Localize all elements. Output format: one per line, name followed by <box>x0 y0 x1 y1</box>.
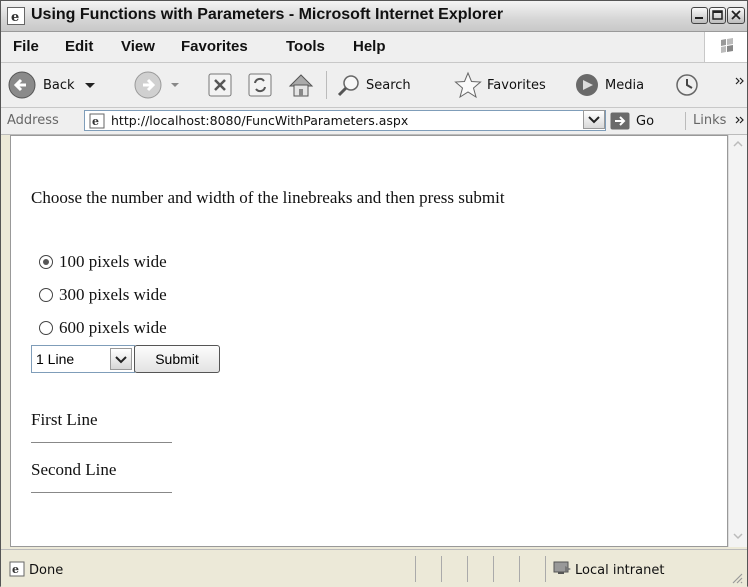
back-label: Back <box>43 77 75 93</box>
search-label: Search <box>366 77 411 93</box>
address-input[interactable]: e http://localhost:8080/FuncWithParamete… <box>84 110 606 131</box>
go-label: Go <box>636 113 655 129</box>
chevron-down-icon <box>115 356 127 364</box>
media-label: Media <box>605 77 645 93</box>
chevron-down-icon <box>84 83 95 88</box>
vertical-scrollbar[interactable] <box>728 135 747 547</box>
favorites-label: Favorites <box>487 77 546 93</box>
forward-button[interactable] <box>133 69 181 101</box>
media-icon <box>576 74 598 96</box>
scroll-down-arrow-icon[interactable] <box>732 531 744 541</box>
links-button[interactable]: Links <box>693 113 726 128</box>
menu-bar: File Edit View Favorites Tools Help <box>1 32 747 63</box>
radio-option-300[interactable]: 300 pixels wide <box>39 285 167 305</box>
status-divider <box>467 556 468 582</box>
chevron-down-icon <box>588 116 600 124</box>
media-button[interactable]: Media <box>573 69 644 101</box>
toolbar: Back Search Favorites Media <box>1 63 747 108</box>
chevron-down-icon <box>171 83 179 87</box>
menu-favorites[interactable]: Favorites <box>181 38 248 55</box>
status-divider <box>519 556 520 582</box>
select-value: 1 Line <box>36 351 75 367</box>
radio-button-checked[interactable] <box>39 255 53 269</box>
intranet-zone-icon <box>553 561 571 574</box>
back-arrow-icon <box>8 71 36 99</box>
radio-option-100[interactable]: 100 pixels wide <box>39 252 167 272</box>
minimize-icon <box>695 17 703 19</box>
toolbar-divider <box>326 71 327 99</box>
instruction-text: Choose the number and width of the lineb… <box>31 188 505 207</box>
menu-tools[interactable]: Tools <box>286 38 325 55</box>
refresh-button[interactable] <box>246 69 274 101</box>
radio-button[interactable] <box>39 321 53 335</box>
stop-button[interactable] <box>206 69 234 101</box>
history-icon <box>676 74 698 96</box>
zone-text: Local intranet <box>575 563 665 578</box>
windows-logo <box>704 32 747 62</box>
home-icon <box>288 74 314 97</box>
stop-icon <box>208 73 232 97</box>
radio-label: 300 pixels wide <box>59 285 167 304</box>
status-divider <box>441 556 442 582</box>
status-divider <box>415 556 416 582</box>
line-count-select[interactable]: 1 Line <box>31 345 135 373</box>
radio-button[interactable] <box>39 288 53 302</box>
go-button[interactable]: Go <box>610 111 654 131</box>
address-dropdown-button[interactable] <box>583 110 605 129</box>
radio-label: 100 pixels wide <box>59 252 167 271</box>
select-dropdown-button[interactable] <box>110 348 132 370</box>
scroll-up-arrow-icon[interactable] <box>732 139 744 149</box>
search-button[interactable]: Search <box>336 69 411 101</box>
home-button[interactable] <box>286 69 316 101</box>
output-line-2: Second Line <box>31 460 117 479</box>
refresh-icon <box>248 73 272 97</box>
links-overflow-chevron-icon[interactable] <box>735 116 745 126</box>
submit-button[interactable]: Submit <box>134 345 220 373</box>
output-line-1: First Line <box>31 410 98 429</box>
menu-view[interactable]: View <box>121 38 155 55</box>
radio-label: 600 pixels wide <box>59 318 167 337</box>
maximize-icon <box>712 10 723 20</box>
star-icon <box>454 71 482 99</box>
horizontal-rule <box>31 442 172 443</box>
page-icon: e <box>9 561 25 577</box>
ie-icon: e <box>7 7 25 25</box>
windows-flag-icon <box>721 38 733 53</box>
window-title: Using Functions with Parameters - Micros… <box>31 6 504 23</box>
title-bar: e Using Functions with Parameters - Micr… <box>1 1 747 32</box>
go-arrow-icon <box>610 112 630 130</box>
address-bar: Address e http://localhost:8080/FuncWith… <box>1 108 747 135</box>
menu-file[interactable]: File <box>13 38 39 55</box>
browser-window: e Using Functions with Parameters - Micr… <box>0 0 748 587</box>
status-text: Done <box>29 563 64 578</box>
favorites-button[interactable]: Favorites <box>453 69 546 101</box>
address-url: http://localhost:8080/FuncWithParameters… <box>111 113 409 128</box>
horizontal-rule <box>31 492 172 493</box>
page-icon: e <box>89 113 105 129</box>
status-bar: e Done Local intranet <box>1 549 747 587</box>
status-divider <box>493 556 494 582</box>
menu-edit[interactable]: Edit <box>65 38 93 55</box>
search-icon <box>337 75 359 97</box>
radio-option-600[interactable]: 600 pixels wide <box>39 318 167 338</box>
history-button[interactable] <box>673 69 701 101</box>
address-label: Address <box>7 113 59 128</box>
svg-text:e: e <box>12 563 19 576</box>
address-divider <box>685 112 686 130</box>
minimize-button[interactable] <box>691 7 708 24</box>
menu-help[interactable]: Help <box>353 38 386 55</box>
maximize-button[interactable] <box>709 7 726 24</box>
forward-arrow-icon <box>134 71 162 99</box>
svg-text:e: e <box>11 10 19 25</box>
svg-text:e: e <box>92 115 99 128</box>
status-divider <box>545 556 546 582</box>
page-content: Choose the number and width of the lineb… <box>10 135 728 547</box>
back-button[interactable]: Back <box>7 69 97 101</box>
overflow-chevron-icon[interactable] <box>735 77 745 87</box>
close-icon <box>731 10 741 20</box>
resize-grip-icon[interactable] <box>731 572 743 584</box>
close-button[interactable] <box>727 7 745 24</box>
